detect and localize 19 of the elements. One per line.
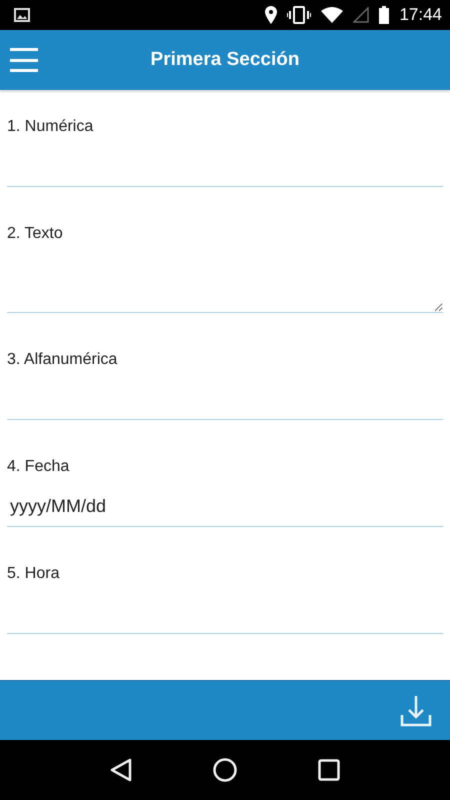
field-label: 4. Fecha [7, 458, 70, 477]
menu-icon[interactable] [10, 48, 38, 72]
field-label: 2. Texto [7, 225, 64, 244]
image-icon [14, 8, 30, 22]
screen-title: Primera Sección [150, 49, 300, 71]
battery-icon [379, 6, 390, 24]
location-icon [265, 6, 278, 24]
field-label: 3. Alfanumérica [7, 351, 118, 370]
vibrate-icon [287, 6, 312, 24]
field-label: 5. Hora [7, 565, 60, 584]
clock-time: 17:44 [399, 5, 442, 25]
wifi-icon [321, 7, 344, 23]
recents-icon[interactable] [318, 759, 340, 781]
home-icon[interactable] [212, 758, 237, 782]
signal-icon [353, 7, 370, 23]
field-label: 1. Numérica [7, 118, 94, 137]
download-icon[interactable] [400, 694, 432, 726]
input-field[interactable]: yyyy/MM/dd [7, 478, 443, 527]
back-icon[interactable] [110, 758, 132, 782]
